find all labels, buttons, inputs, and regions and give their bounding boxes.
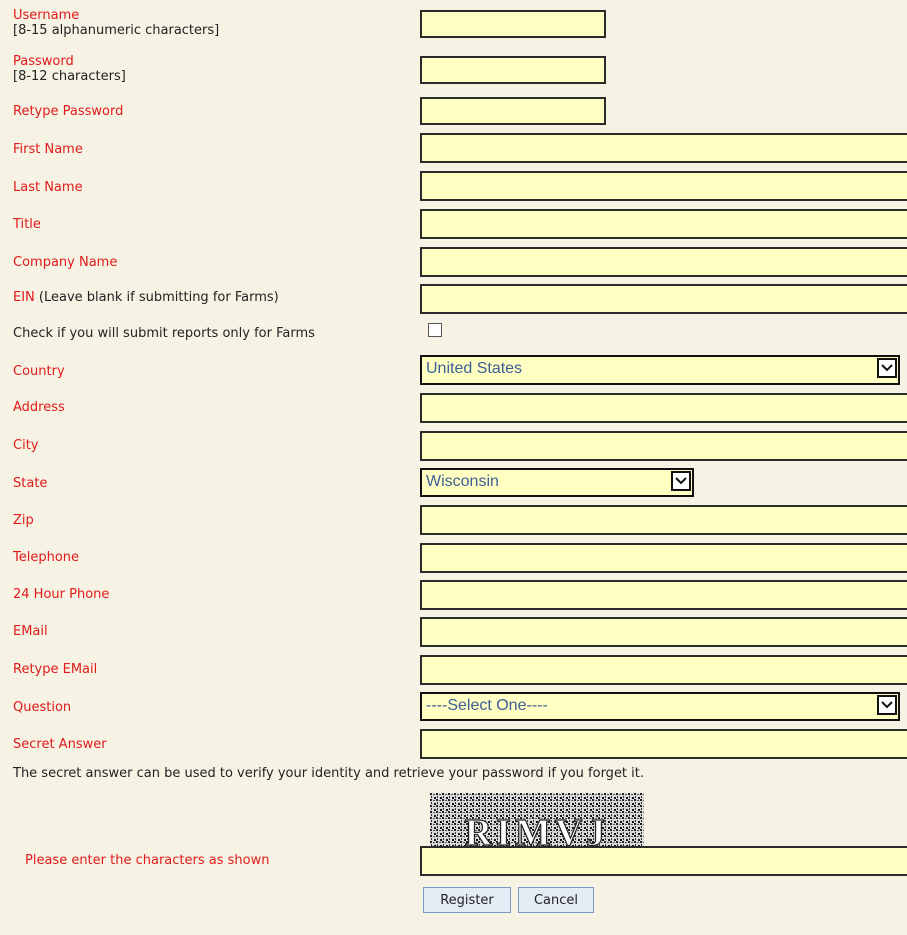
telephone-label: Telephone: [13, 550, 80, 565]
company-name-label: Company Name: [13, 255, 118, 270]
country-select[interactable]: United States: [420, 355, 900, 385]
state-select[interactable]: Wisconsin: [420, 468, 694, 497]
city-label: City: [13, 438, 39, 453]
secret-answer-help: The secret answer can be used to verify …: [13, 766, 645, 781]
register-button[interactable]: Register: [423, 887, 511, 913]
state-selected: Wisconsin: [426, 473, 499, 490]
password-hint: [8-12 characters]: [13, 69, 126, 84]
retype-email-label: Retype EMail: [13, 662, 98, 677]
address-label: Address: [13, 400, 65, 415]
retype-password-input[interactable]: [420, 97, 606, 125]
ein-note: (Leave blank if submitting for Farms): [38, 290, 279, 305]
chevron-down-icon[interactable]: [877, 358, 897, 378]
telephone-input[interactable]: [420, 543, 907, 573]
question-selected: ----Select One----: [426, 697, 548, 714]
retype-email-input[interactable]: [420, 655, 907, 685]
zip-input[interactable]: [420, 505, 907, 535]
chevron-down-icon[interactable]: [671, 471, 691, 491]
first-name-input[interactable]: [420, 133, 907, 163]
title-label: Title: [13, 217, 41, 232]
retype-password-label: Retype Password: [13, 104, 124, 119]
password-input[interactable]: [420, 56, 606, 84]
phone-24h-label: 24 Hour Phone: [13, 587, 110, 602]
secret-answer-label: Secret Answer: [13, 737, 107, 752]
username-hint: [8-15 alphanumeric characters]: [13, 23, 220, 38]
address-input[interactable]: [420, 393, 907, 423]
state-label: State: [13, 476, 48, 491]
chevron-down-icon[interactable]: [877, 695, 897, 715]
ein-label: EIN (Leave blank if submitting for Farms…: [13, 290, 279, 305]
farms-only-checkbox[interactable]: [428, 323, 442, 337]
password-label: Password [8-12 characters]: [13, 54, 126, 84]
farms-only-label: Check if you will submit reports only fo…: [13, 326, 315, 341]
country-selected: United States: [426, 360, 523, 377]
last-name-label: Last Name: [13, 180, 83, 195]
company-name-input[interactable]: [420, 247, 907, 277]
country-label: Country: [13, 364, 65, 379]
city-input[interactable]: [420, 431, 907, 461]
ein-input[interactable]: [420, 284, 907, 314]
username-label: Username [8-15 alphanumeric characters]: [13, 8, 220, 38]
phone-24h-input[interactable]: [420, 580, 907, 610]
email-input[interactable]: [420, 617, 907, 647]
email-label: EMail: [13, 624, 48, 639]
zip-label: Zip: [13, 513, 34, 528]
last-name-input[interactable]: [420, 171, 907, 201]
secret-answer-input[interactable]: [420, 729, 907, 759]
username-input[interactable]: [420, 10, 606, 38]
question-label: Question: [13, 700, 72, 715]
first-name-label: First Name: [13, 142, 83, 157]
title-input[interactable]: [420, 209, 907, 239]
captcha-prompt: Please enter the characters as shown: [25, 853, 270, 868]
question-select[interactable]: ----Select One----: [420, 692, 900, 721]
cancel-button[interactable]: Cancel: [518, 887, 594, 913]
captcha-input[interactable]: [420, 846, 907, 876]
